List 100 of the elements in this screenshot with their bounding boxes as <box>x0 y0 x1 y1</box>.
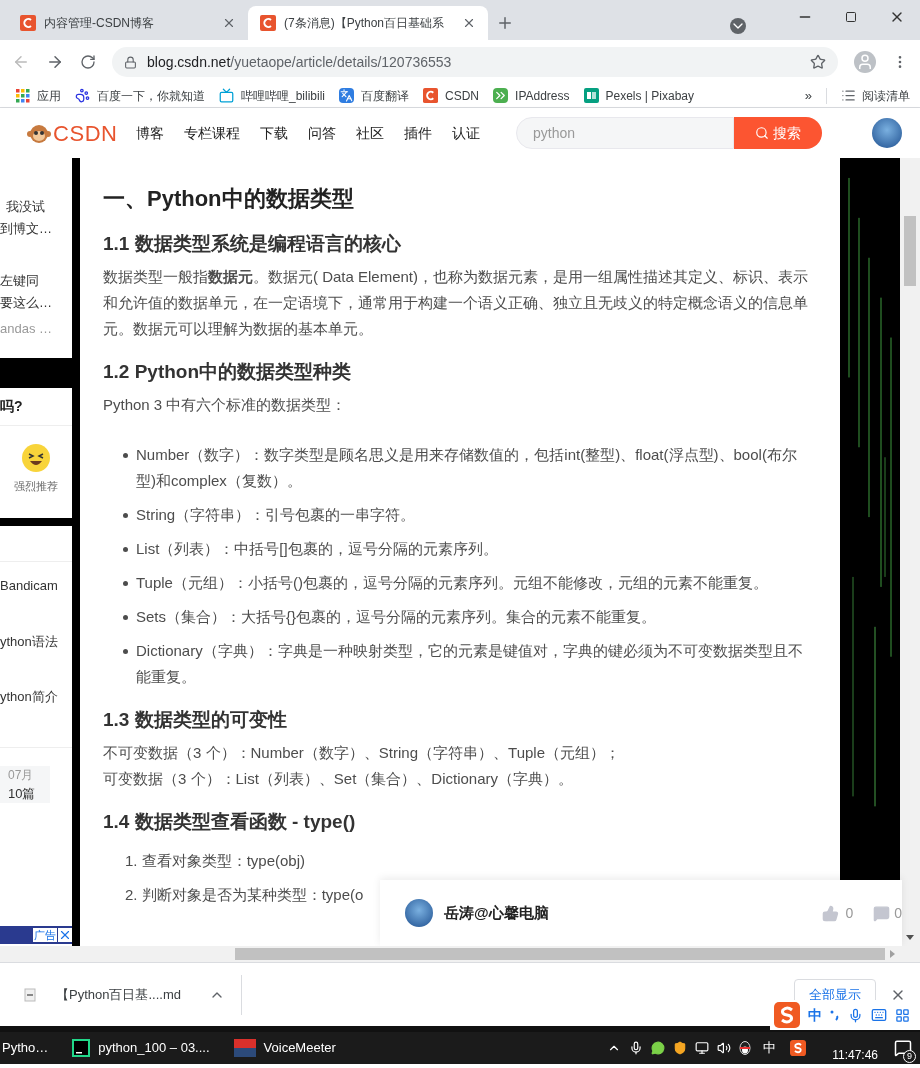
bullet-icon <box>123 547 128 552</box>
punctuation-icon[interactable] <box>830 1009 840 1021</box>
list-item: String（字符串）：引号包裹的一串字符。 <box>136 505 416 525</box>
bookmark-item[interactable]: CSDN <box>423 86 480 105</box>
bookmark-item[interactable]: 百度一下，你就知道 <box>75 86 205 105</box>
comment-snippet[interactable]: 要这么… <box>0 292 72 314</box>
more-bookmarks[interactable]: » <box>804 85 812 106</box>
author-name[interactable]: 岳涛@心馨电脑 <box>444 901 549 925</box>
browser-tab[interactable]: 内容管理-CSDN博客 <box>8 6 248 40</box>
bookmark-star-icon[interactable] <box>810 54 826 70</box>
bookmark-item[interactable]: 应用 <box>16 86 61 105</box>
notification-icon[interactable] <box>894 1039 912 1057</box>
lock-icon <box>124 55 137 69</box>
nav-link[interactable]: 插件 <box>403 122 432 144</box>
app-icon <box>233 1039 256 1057</box>
comment-snippet[interactable]: 到博文… <box>0 218 72 240</box>
nav-link[interactable]: 下载 <box>259 122 288 144</box>
list-item: List（列表）：中括号[]包裹的，逗号分隔的元素序列。 <box>136 539 498 559</box>
bookmark-item[interactable]: 哔哩哔哩_bilibili <box>219 86 326 105</box>
language-indicator[interactable]: 中 <box>763 1038 777 1058</box>
article-link[interactable]: ython语法 <box>0 631 72 651</box>
download-item[interactable]: 【Python百日基....md <box>24 974 241 1015</box>
network-icon[interactable] <box>695 1041 710 1055</box>
bullet-icon <box>123 649 128 654</box>
address-field[interactable]: blog.csdn.net/yuetaope/article/details/120736553 <box>112 47 838 77</box>
comment-snippet[interactable]: 左键同 <box>0 270 72 292</box>
bookmark-item[interactable]: IPAddress <box>493 86 570 105</box>
scroll-down-icon[interactable] <box>906 935 914 940</box>
nav-link[interactable]: 问答 <box>307 122 336 144</box>
list-icon <box>841 88 856 103</box>
tab-title: 内容管理-CSDN博客 <box>44 15 155 32</box>
keyboard-icon[interactable] <box>871 1007 887 1023</box>
nav-link[interactable]: 认证 <box>451 122 480 144</box>
author-avatar[interactable] <box>405 899 433 927</box>
comment-snippet[interactable]: 我没试 <box>0 196 72 218</box>
list-item: Sets（集合）：大括号{}包裹的，逗号分隔的元素序列。集合的元素不能重复。 <box>136 607 657 627</box>
file-icon <box>24 987 36 1002</box>
chevrons-icon <box>493 88 509 103</box>
comment-count: 0 <box>894 903 902 923</box>
paragraph: 数据类型一般指数据元。数据元( Data Element)，也称为数据元素，是用一组属性描述其定义、标识、表示和允许值的数据单元，在一定语境下，通常用于构建一个语义正确、独立且无歧义的特定概念语义的信息单元。数据元可以理解为数据的基本单元。 <box>103 267 810 339</box>
article-link[interactable]: ython简介 <box>0 687 72 707</box>
maximize-icon[interactable] <box>845 11 857 23</box>
bookmark-item[interactable]: 百度翻译 <box>339 86 410 105</box>
grid-icon[interactable] <box>895 1007 910 1023</box>
thumbs-up-icon[interactable] <box>822 904 840 922</box>
sogou-logo-icon[interactable] <box>790 1040 807 1056</box>
new-tab-icon[interactable] <box>496 14 514 32</box>
reading-list-item[interactable]: 阅读清单 <box>841 86 910 105</box>
close-icon[interactable] <box>58 928 72 942</box>
article-link[interactable]: Bandicam <box>0 576 72 596</box>
url-host: blog.csdn.net <box>147 52 231 72</box>
browser-tab[interactable]: (7条消息)【Python百日基础系 <box>248 6 488 40</box>
like-count: 0 <box>845 903 854 923</box>
forward-icon[interactable] <box>46 53 64 71</box>
horizontal-scrollbar-thumb[interactable] <box>235 948 885 960</box>
taskbar-app[interactable]: VoiceMeeter <box>231 1032 358 1064</box>
bullet-icon <box>123 581 128 586</box>
csdn-logo-icon <box>423 88 439 103</box>
reload-icon[interactable] <box>80 54 96 70</box>
tab-search-icon[interactable] <box>730 18 746 34</box>
close-icon[interactable] <box>462 16 476 30</box>
penguin-icon[interactable] <box>739 1041 752 1055</box>
ad-banner[interactable]: 广告 <box>0 926 72 944</box>
volume-icon[interactable] <box>717 1041 732 1055</box>
nav-link[interactable]: 专栏课程 <box>183 122 240 144</box>
bookmark-item[interactable]: Pexels | Pixabay <box>583 86 694 105</box>
section-heading: 一、Python中的数据类型 <box>103 185 355 213</box>
tv-icon <box>219 88 234 103</box>
photo-logo-icon <box>583 88 599 103</box>
subsection-heading: 1.1 数据类型系统是编程语言的核心 <box>103 232 402 256</box>
apps-grid-icon <box>16 88 30 103</box>
comment-snippet: andas … <box>0 320 54 338</box>
question-heading: 吗? <box>0 388 72 426</box>
url-path: /yuetaope/article/details/120736553 <box>230 52 452 72</box>
nav-link[interactable]: 社区 <box>355 122 384 144</box>
paragraph: 可变数据（3 个）：List（列表）、Set（集合）、Dictionary（字典）。 <box>103 769 575 789</box>
monkey-logo-icon <box>26 122 52 144</box>
notification-count: 9 <box>903 1050 916 1063</box>
csdn-logo-icon <box>260 15 276 31</box>
shield-icon[interactable] <box>673 1041 688 1055</box>
archive-entry[interactable]: 07月 10篇 <box>0 765 50 803</box>
app-icon <box>72 1039 91 1057</box>
site-logo[interactable]: CSDN <box>53 116 118 150</box>
microphone-icon[interactable] <box>629 1041 644 1055</box>
close-icon[interactable] <box>222 16 236 30</box>
clock[interactable]: 11:47:46 <box>832 1033 878 1063</box>
subsection-heading: 1.2 Python中的数据类型种类 <box>103 360 353 384</box>
scrollbar-thumb[interactable] <box>904 216 916 286</box>
taskbar-app[interactable]: Pytho… <box>0 1032 71 1064</box>
user-avatar[interactable] <box>872 118 902 148</box>
search-icon <box>755 126 769 140</box>
nav-link[interactable]: 博客 <box>135 122 164 144</box>
taskbar-app[interactable]: python_100 – 03.... <box>70 1032 232 1064</box>
list-item: 2. 判断对象是否为某种类型：type(o <box>125 885 365 905</box>
chat-icon[interactable] <box>651 1041 666 1055</box>
bullet-icon <box>123 615 128 620</box>
reaction-button[interactable]: 强烈推荐 <box>0 444 72 495</box>
bullet-icon <box>123 453 128 458</box>
list-item: 1. 查看对象类型：type(obj) <box>125 851 307 871</box>
bullet-icon <box>123 513 128 518</box>
